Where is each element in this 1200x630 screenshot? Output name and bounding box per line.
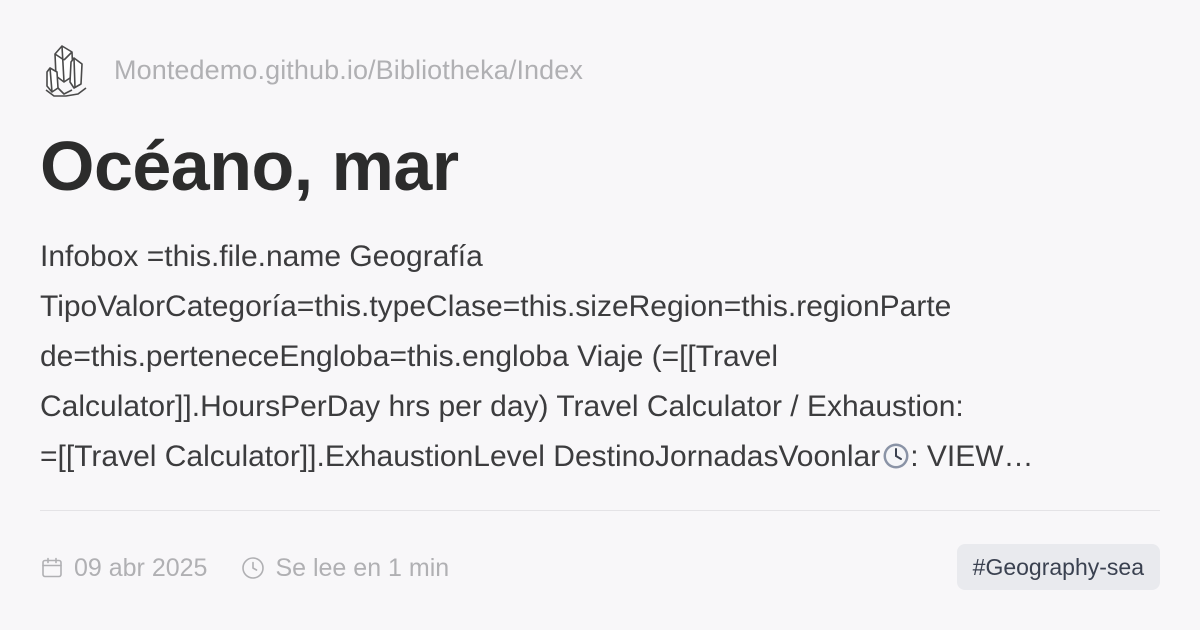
excerpt-line: de=this.perteneceEngloba=this.engloba Vi… <box>40 340 779 373</box>
excerpt-line: TipoValorCategoría=this.typeClase=this.s… <box>40 290 952 323</box>
post-excerpt: Infobox =this.file.name Geografía TipoVa… <box>40 232 1160 482</box>
clock-emoji-icon <box>883 443 909 469</box>
clock-icon <box>242 557 265 579</box>
crystal-cluster-icon <box>45 45 87 97</box>
excerpt-line: Infobox =this.file.name Geografía <box>40 240 483 273</box>
excerpt-line: Calculator]].HoursPerDay hrs per day) Tr… <box>40 390 964 423</box>
site-url: Montedemo.github.io/Bibliotheka/Index <box>114 54 584 85</box>
excerpt-last-suffix: : VIEW… <box>910 440 1034 473</box>
tag-geography-sea[interactable]: #Geography-sea <box>956 544 1160 590</box>
excerpt-last-text: =[[Travel Calculator]].ExhaustionLevel D… <box>40 440 881 473</box>
site-header: Montedemo.github.io/Bibliotheka/Index <box>44 40 583 100</box>
read-time: Se lee en 1 min <box>241 554 449 583</box>
og-card: Montedemo.github.io/Bibliotheka/Index Oc… <box>0 0 1200 630</box>
calendar-icon <box>42 557 62 578</box>
publish-date: 09 abr 2025 <box>40 554 207 583</box>
post-meta: 09 abr 2025 Se lee en 1 min <box>40 546 449 590</box>
page-title: Océano, mar <box>40 127 459 205</box>
divider <box>40 510 1160 511</box>
read-time-text: Se lee en 1 min <box>275 553 450 582</box>
excerpt-line-last: =[[Travel Calculator]].ExhaustionLevel D… <box>40 432 1160 482</box>
publish-date-text: 09 abr 2025 <box>74 553 208 582</box>
